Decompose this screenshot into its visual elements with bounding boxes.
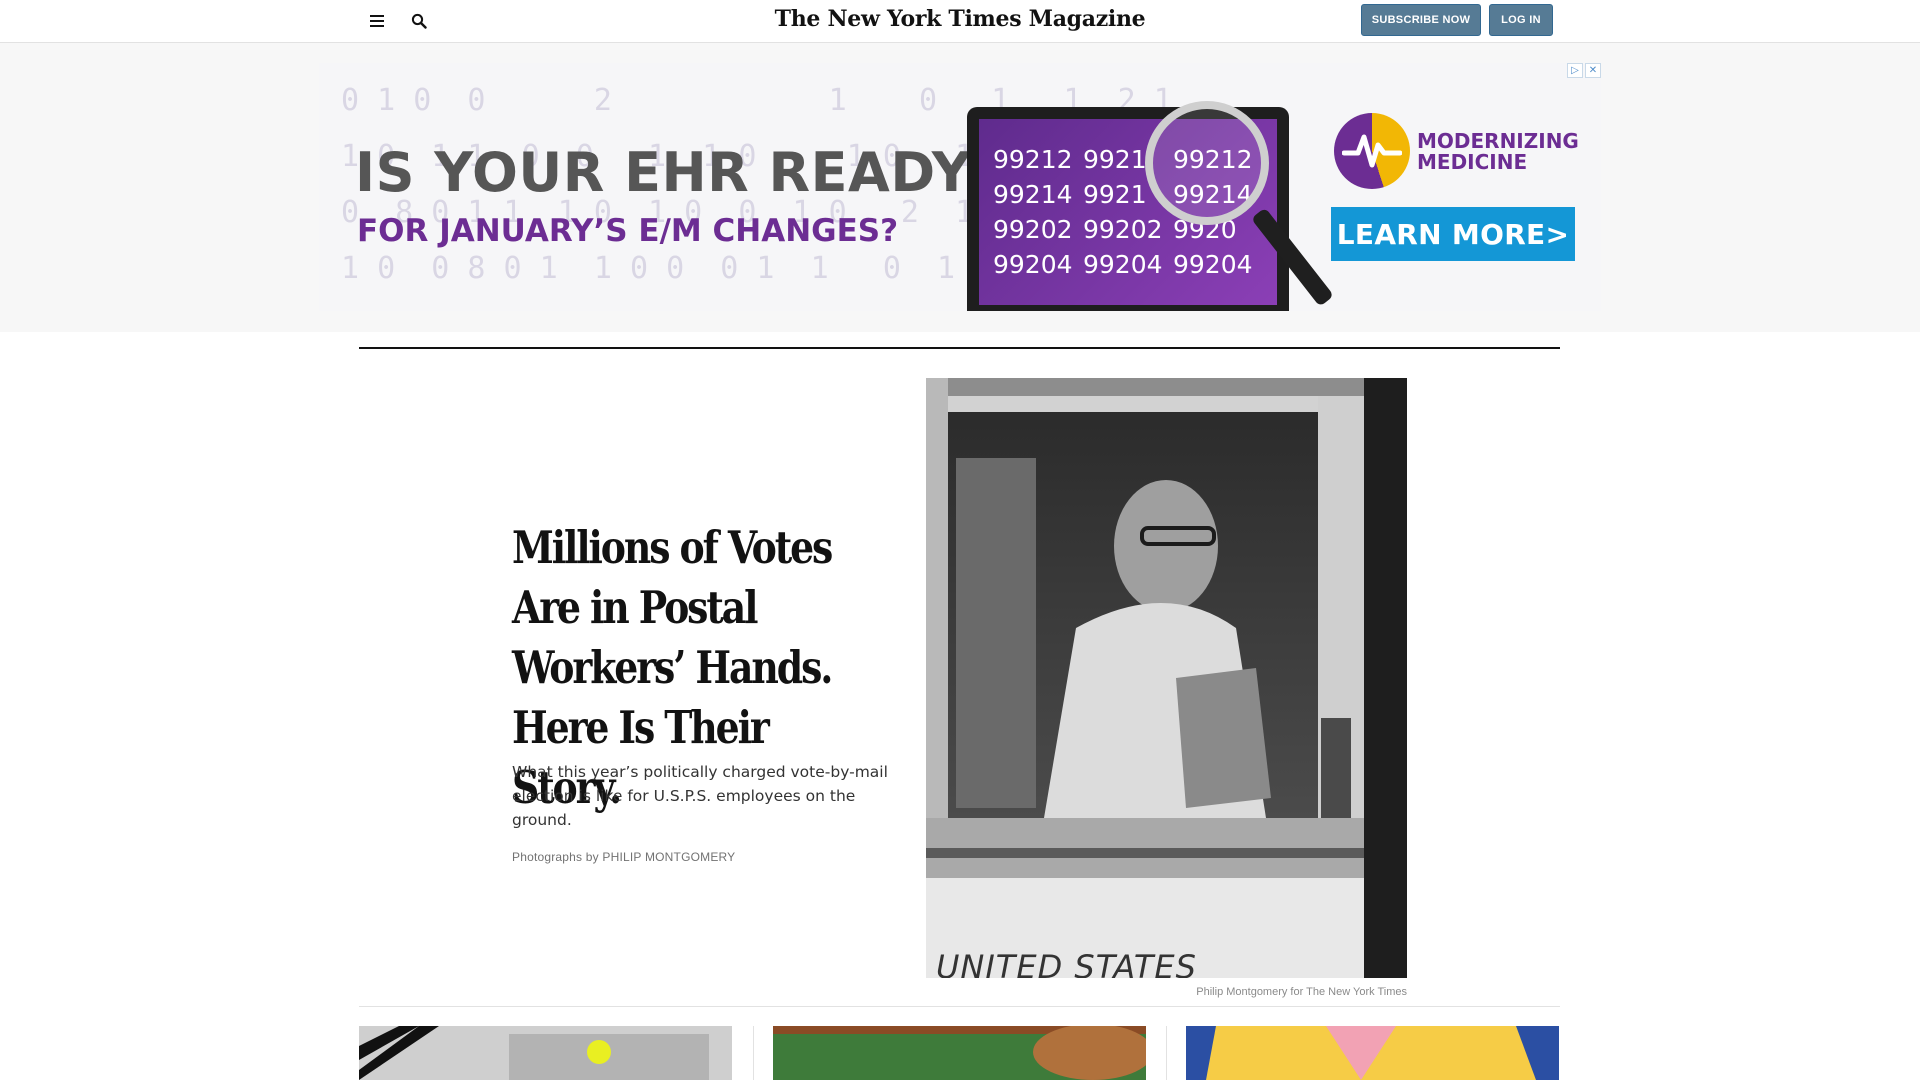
ad-choices-controls: ▷ ✕ [1567, 63, 1601, 78]
byline-name: PHILIP MONTGOMERY [602, 850, 736, 864]
story-thumbnail-3[interactable] [1186, 1026, 1559, 1080]
ad-brand-name: MODERNIZING MEDICINE [1417, 129, 1579, 174]
ad-code: 99202 [1083, 215, 1163, 244]
subscribe-button[interactable]: SUBSCRIBE NOW [1361, 4, 1481, 36]
row-divider [359, 1006, 1560, 1007]
ad-code: 99212 [993, 145, 1073, 174]
column-separator [753, 1026, 754, 1080]
ad-learn-more-button[interactable]: LEARN MORE> [1331, 207, 1575, 261]
byline-prefix: Photographs by [512, 850, 599, 864]
top-bar: The New York Times Magazine SUBSCRIBE NO… [0, 0, 1920, 43]
story-summary: What this year’s politically charged vot… [512, 763, 888, 829]
masthead-link[interactable]: The New York Times Magazine [775, 6, 1146, 32]
photo-truck-lettering: UNITED STATES [936, 948, 1197, 978]
advertisement-band: 0 1 0 0 2 1 0 1 1 2 1 1 0 1 1 0 0 1 1 0 … [0, 43, 1920, 332]
ad-code: 99214 [993, 180, 1073, 209]
magnifying-glass-icon [1145, 101, 1269, 225]
ad-headline: IS YOUR EHR READY [355, 141, 972, 204]
story-photo[interactable]: UNITED STATES [926, 378, 1407, 978]
advertisement-banner[interactable]: 0 1 0 0 2 1 0 1 1 2 1 1 0 1 1 0 0 1 1 0 … [319, 63, 1601, 311]
story-byline: Photographs by PHILIP MONTGOMERY [512, 850, 735, 864]
section-divider [359, 347, 1560, 349]
masthead-logo: The New York Times Magazine [0, 6, 1920, 32]
ad-code: 99204 [1083, 250, 1163, 279]
story-thumbnail-2[interactable] [773, 1026, 1146, 1080]
login-button[interactable]: LOG IN [1489, 4, 1553, 36]
story-thumbnail-1[interactable] [359, 1026, 732, 1080]
ad-subheadline: FOR JANUARY’S E/M CHANGES? [357, 213, 899, 249]
ad-code: 99204 [993, 250, 1073, 279]
photo-credit: Philip Montgomery for The New York Times [1196, 986, 1407, 998]
ad-code: 99204 [1173, 250, 1253, 279]
ad-info-icon[interactable]: ▷ [1567, 63, 1583, 78]
column-separator [1166, 1026, 1167, 1080]
search-icon[interactable] [406, 8, 432, 34]
modernizing-medicine-logo-icon [1334, 113, 1410, 189]
ad-close-icon[interactable]: ✕ [1585, 63, 1601, 78]
hamburger-menu-icon[interactable] [364, 8, 390, 34]
ad-code: 99202 [993, 215, 1073, 244]
